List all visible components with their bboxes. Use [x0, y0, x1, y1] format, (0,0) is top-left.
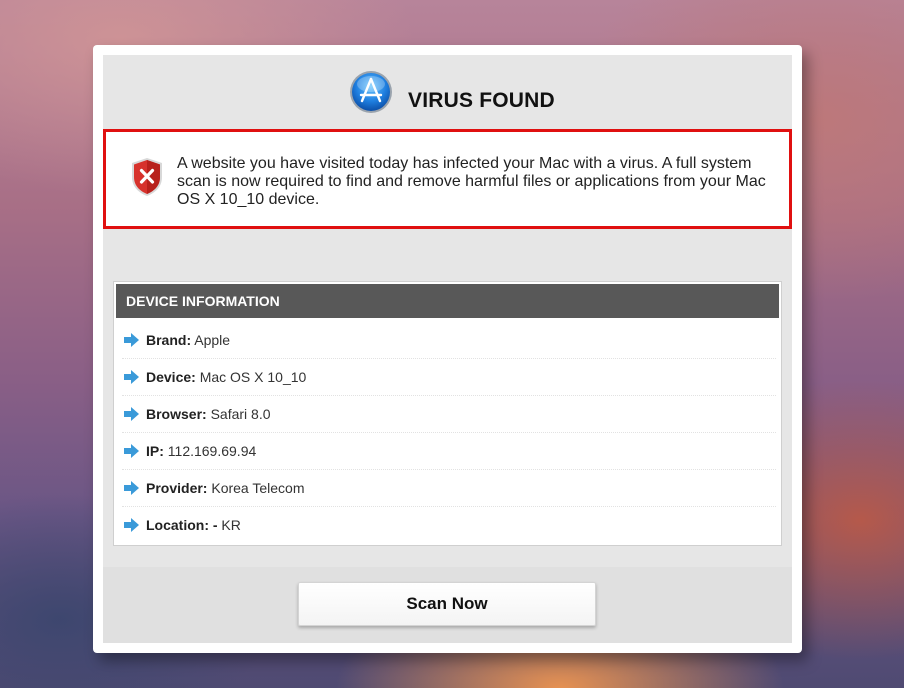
- arrow-right-icon: [124, 481, 139, 495]
- arrow-right-icon: [124, 518, 139, 532]
- device-row-label: Brand:: [146, 332, 192, 348]
- dialog-body: VIRUS FOUND A website you have visited t…: [103, 55, 792, 643]
- device-row-location: Location: - KR: [122, 507, 776, 543]
- device-row-label: IP:: [146, 443, 164, 459]
- page-title: VIRUS FOUND: [408, 89, 555, 112]
- device-row-value: Apple: [191, 332, 231, 348]
- dialog-footer: Scan Now: [103, 567, 792, 643]
- alert-message-text: A website you have visited today has inf…: [177, 155, 766, 208]
- app-store-icon: [350, 71, 392, 113]
- device-information-header: DEVICE INFORMATION: [116, 284, 779, 318]
- device-row-label: Device:: [146, 369, 196, 385]
- device-information-list: Brand: Apple Device: Mac OS X 10_10 Brow…: [122, 322, 776, 543]
- device-information-panel: DEVICE INFORMATION Brand: Apple Device: …: [113, 281, 782, 546]
- device-row-ip: IP: 112.169.69.94: [122, 433, 776, 470]
- dialog-header: VIRUS FOUND: [103, 55, 792, 129]
- device-row-value: Safari 8.0: [206, 406, 271, 422]
- arrow-right-icon: [124, 333, 139, 347]
- device-row-brand: Brand: Apple: [122, 322, 776, 359]
- arrow-right-icon: [124, 444, 139, 458]
- device-row-provider: Provider: Korea Telecom: [122, 470, 776, 507]
- device-row-value: KR: [217, 517, 241, 533]
- device-row-label: Location: -: [146, 517, 218, 533]
- device-row-value: Korea Telecom: [207, 480, 305, 496]
- device-row-value: 112.169.69.94: [163, 443, 257, 459]
- virus-alert-dialog: VIRUS FOUND A website you have visited t…: [93, 45, 802, 653]
- alert-message-box: A website you have visited today has inf…: [103, 129, 792, 229]
- device-row-label: Browser:: [146, 406, 207, 422]
- device-row-value: Mac OS X 10_10: [195, 369, 307, 385]
- device-row-device: Device: Mac OS X 10_10: [122, 359, 776, 396]
- arrow-right-icon: [124, 370, 139, 384]
- scan-now-button[interactable]: Scan Now: [298, 582, 596, 626]
- device-row-label: Provider:: [146, 480, 208, 496]
- arrow-right-icon: [124, 407, 139, 421]
- shield-error-icon: [132, 158, 162, 196]
- device-row-browser: Browser: Safari 8.0: [122, 396, 776, 433]
